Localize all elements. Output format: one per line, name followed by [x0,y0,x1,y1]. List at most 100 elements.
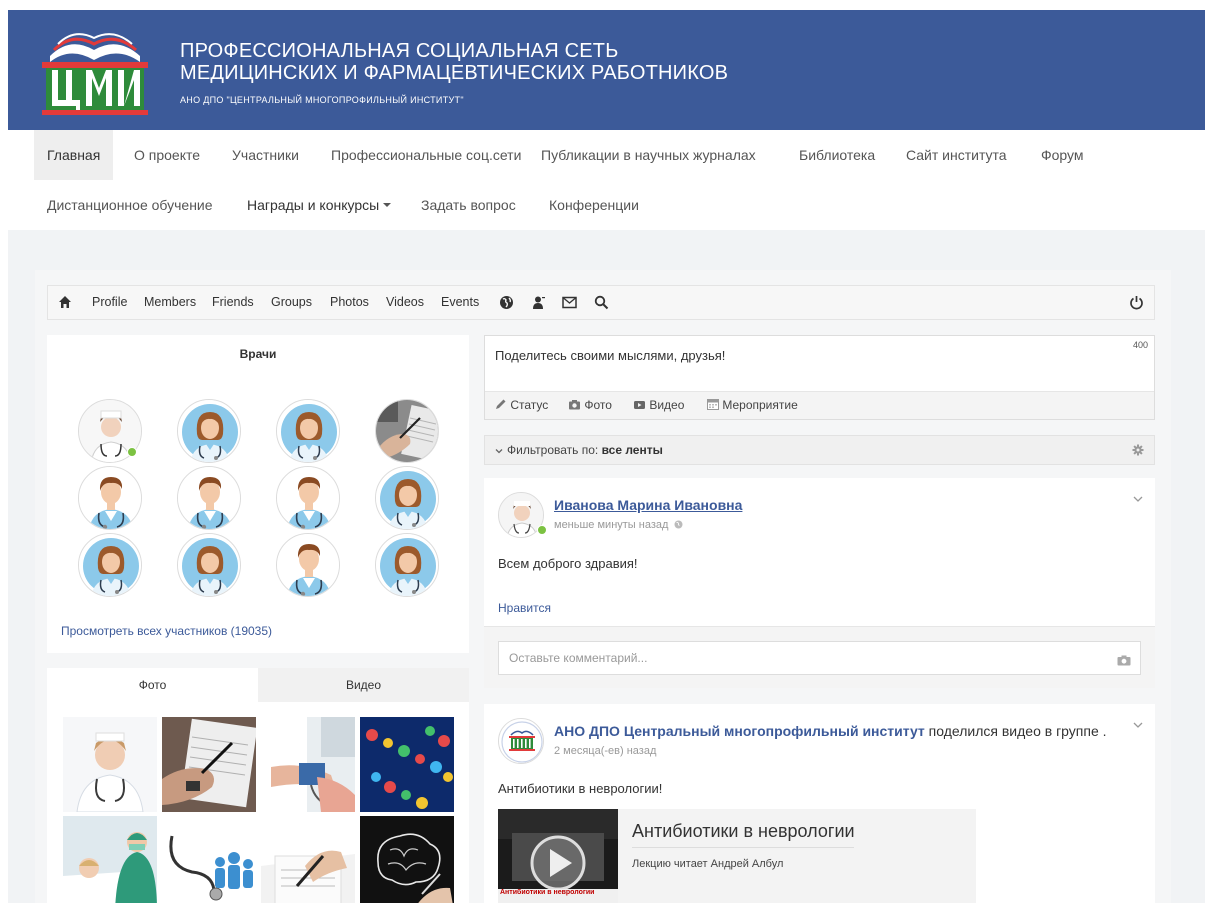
composer-video-label: Видео [649,398,685,412]
toolbar-photos[interactable]: Photos [330,286,369,319]
composer-actions: Статус Фото Видео Мероприятие [485,391,1154,419]
online-status-indicator [537,525,547,535]
post-options-chevron-icon[interactable] [1133,490,1143,508]
photo-thumbnail[interactable] [360,816,454,903]
nav-forum[interactable]: Форум [1028,130,1097,180]
home-icon[interactable] [58,295,72,309]
pencil-icon [496,399,506,409]
site-navigation: Главная О проекте Участники Профессионал… [34,130,1205,230]
member-avatar[interactable] [375,399,439,463]
calendar-icon [707,399,719,410]
like-link[interactable]: Нравится [498,601,551,615]
tab-videos[interactable]: Видео [258,668,469,702]
institute-logo[interactable] [36,26,154,116]
nav-conferences[interactable]: Конференции [536,180,652,230]
video-title[interactable]: Антибиотики в неврологии [632,821,855,842]
nav-distance-learning[interactable]: Дистанционное обучение [34,180,226,230]
nav-awards-label: Награды и конкурсы [247,197,380,213]
member-avatar[interactable] [375,533,439,597]
video-embed-card[interactable]: Антибиотики в неврологии Антибиотики в н… [498,809,976,903]
post-timestamp: 2 месяца(-ев) назад [554,745,657,757]
member-avatar[interactable] [276,399,340,463]
character-counter: 400 [1132,340,1148,350]
composer-input[interactable]: Поделитесь своими мыслями, друзья! [495,348,725,363]
globe-privacy-icon [674,520,683,529]
member-avatar[interactable] [78,466,142,530]
media-widget: Фото Видео [47,668,469,903]
feed-filter-value: все ленты [601,443,663,457]
photo-thumbnail[interactable] [162,717,256,812]
post-author-name[interactable]: АНО ДПО Центральный многопрофильный инст… [554,723,925,739]
members-widget: Врачи Просмотреть всех участников (19035… [47,335,469,653]
settings-gear-icon[interactable] [1132,444,1144,459]
post-author-avatar[interactable] [498,718,544,764]
nav-ask-question[interactable]: Задать вопрос [408,180,529,230]
member-avatar[interactable] [375,466,439,530]
composer-event-button[interactable]: Мероприятие [707,392,798,419]
feed-post: АНО ДПО Центральный многопрофильный инст… [484,704,1155,903]
chevron-down-icon [495,444,503,458]
photo-thumbnail[interactable] [63,816,157,903]
camera-icon [569,400,580,410]
post-body-text: Всем доброго здравия! [498,556,638,571]
globe-icon[interactable] [499,295,514,310]
composer-video-button[interactable]: Видео [633,392,684,419]
post-author-name[interactable]: Иванова Марина Ивановна [554,497,742,513]
toolbar-friends[interactable]: Friends [212,286,254,319]
search-icon[interactable] [594,295,609,310]
member-avatar[interactable] [177,466,241,530]
member-avatar[interactable] [78,533,142,597]
toolbar-videos[interactable]: Videos [386,286,424,319]
site-subtitle: АНО ДПО "ЦЕНТРАЛЬНЫЙ МНОГОПРОФИЛЬНЫЙ ИНС… [180,95,464,105]
post-action-text: поделился видео в группе . [928,723,1107,739]
community-toolbar: Profile Members Friends Groups Photos Vi… [47,285,1155,320]
composer-status-label: Статус [510,398,549,412]
video-divider [632,847,854,848]
tab-photos[interactable]: Фото [47,668,258,702]
friend-requests-icon[interactable] [531,295,546,310]
post-header-line: АНО ДПО Центральный многопрофильный инст… [554,723,1129,739]
power-icon[interactable] [1129,295,1144,310]
nav-publications[interactable]: Публикации в научных журналах [528,130,769,180]
photo-thumbnail[interactable] [261,717,355,812]
post-body-text: Антибиотики в неврологии! [498,781,663,796]
feed-filter-prefix: Фильтровать по: [507,443,599,457]
feed-filter-bar[interactable]: Фильтровать по: все ленты [484,435,1155,465]
comment-area: Оставьте комментарий... [484,626,1155,688]
member-avatar[interactable] [177,399,241,463]
member-avatar[interactable] [276,466,340,530]
toolbar-events[interactable]: Events [441,286,479,319]
nav-institute-site[interactable]: Сайт института [893,130,1020,180]
toolbar-members[interactable]: Members [144,286,196,319]
video-thumbnail-caption: Антибиотики в неврологии [500,889,595,896]
nav-library[interactable]: Библиотека [786,130,888,180]
photo-thumbnail[interactable] [63,717,157,812]
messages-icon[interactable] [562,296,577,309]
online-status-indicator [127,447,137,457]
site-title-line-2: МЕДИЦИНСКИХ И ФАРМАЦЕВТИЧЕСКИХ РАБОТНИКО… [180,62,729,84]
post-options-chevron-icon[interactable] [1133,716,1143,734]
site-title-line-1: ПРОФЕССИОНАЛЬНАЯ СОЦИАЛЬНАЯ СЕТЬ [180,40,619,62]
nav-home[interactable]: Главная [34,130,114,180]
video-thumbnail[interactable]: Антибиотики в неврологии [498,809,618,903]
comment-camera-icon[interactable] [1117,653,1131,671]
nav-about[interactable]: О проекте [121,130,213,180]
nav-professional-networks[interactable]: Профессиональные соц.сети [318,130,534,180]
nav-awards-dropdown[interactable]: Награды и конкурсы [234,180,404,230]
view-all-members-link[interactable]: Просмотреть всех участников (19035) [61,624,272,638]
composer-photo-label: Фото [584,398,612,412]
photo-thumbnail[interactable] [261,816,355,903]
member-avatar[interactable] [276,533,340,597]
members-widget-title: Врачи [239,347,277,361]
toolbar-profile[interactable]: Profile [92,286,127,319]
toolbar-groups[interactable]: Groups [271,286,312,319]
composer-photo-button[interactable]: Фото [568,392,612,419]
post-time-text: меньше минуты назад [554,519,669,531]
photo-thumbnail[interactable] [360,717,454,812]
comment-input[interactable]: Оставьте комментарий... [498,641,1141,675]
nav-members[interactable]: Участники [219,130,312,180]
member-avatar[interactable] [177,533,241,597]
feed-post: Иванова Марина Ивановна меньше минуты на… [484,478,1155,688]
photo-thumbnail[interactable] [162,816,256,903]
composer-status-button[interactable]: Статус [495,392,548,419]
